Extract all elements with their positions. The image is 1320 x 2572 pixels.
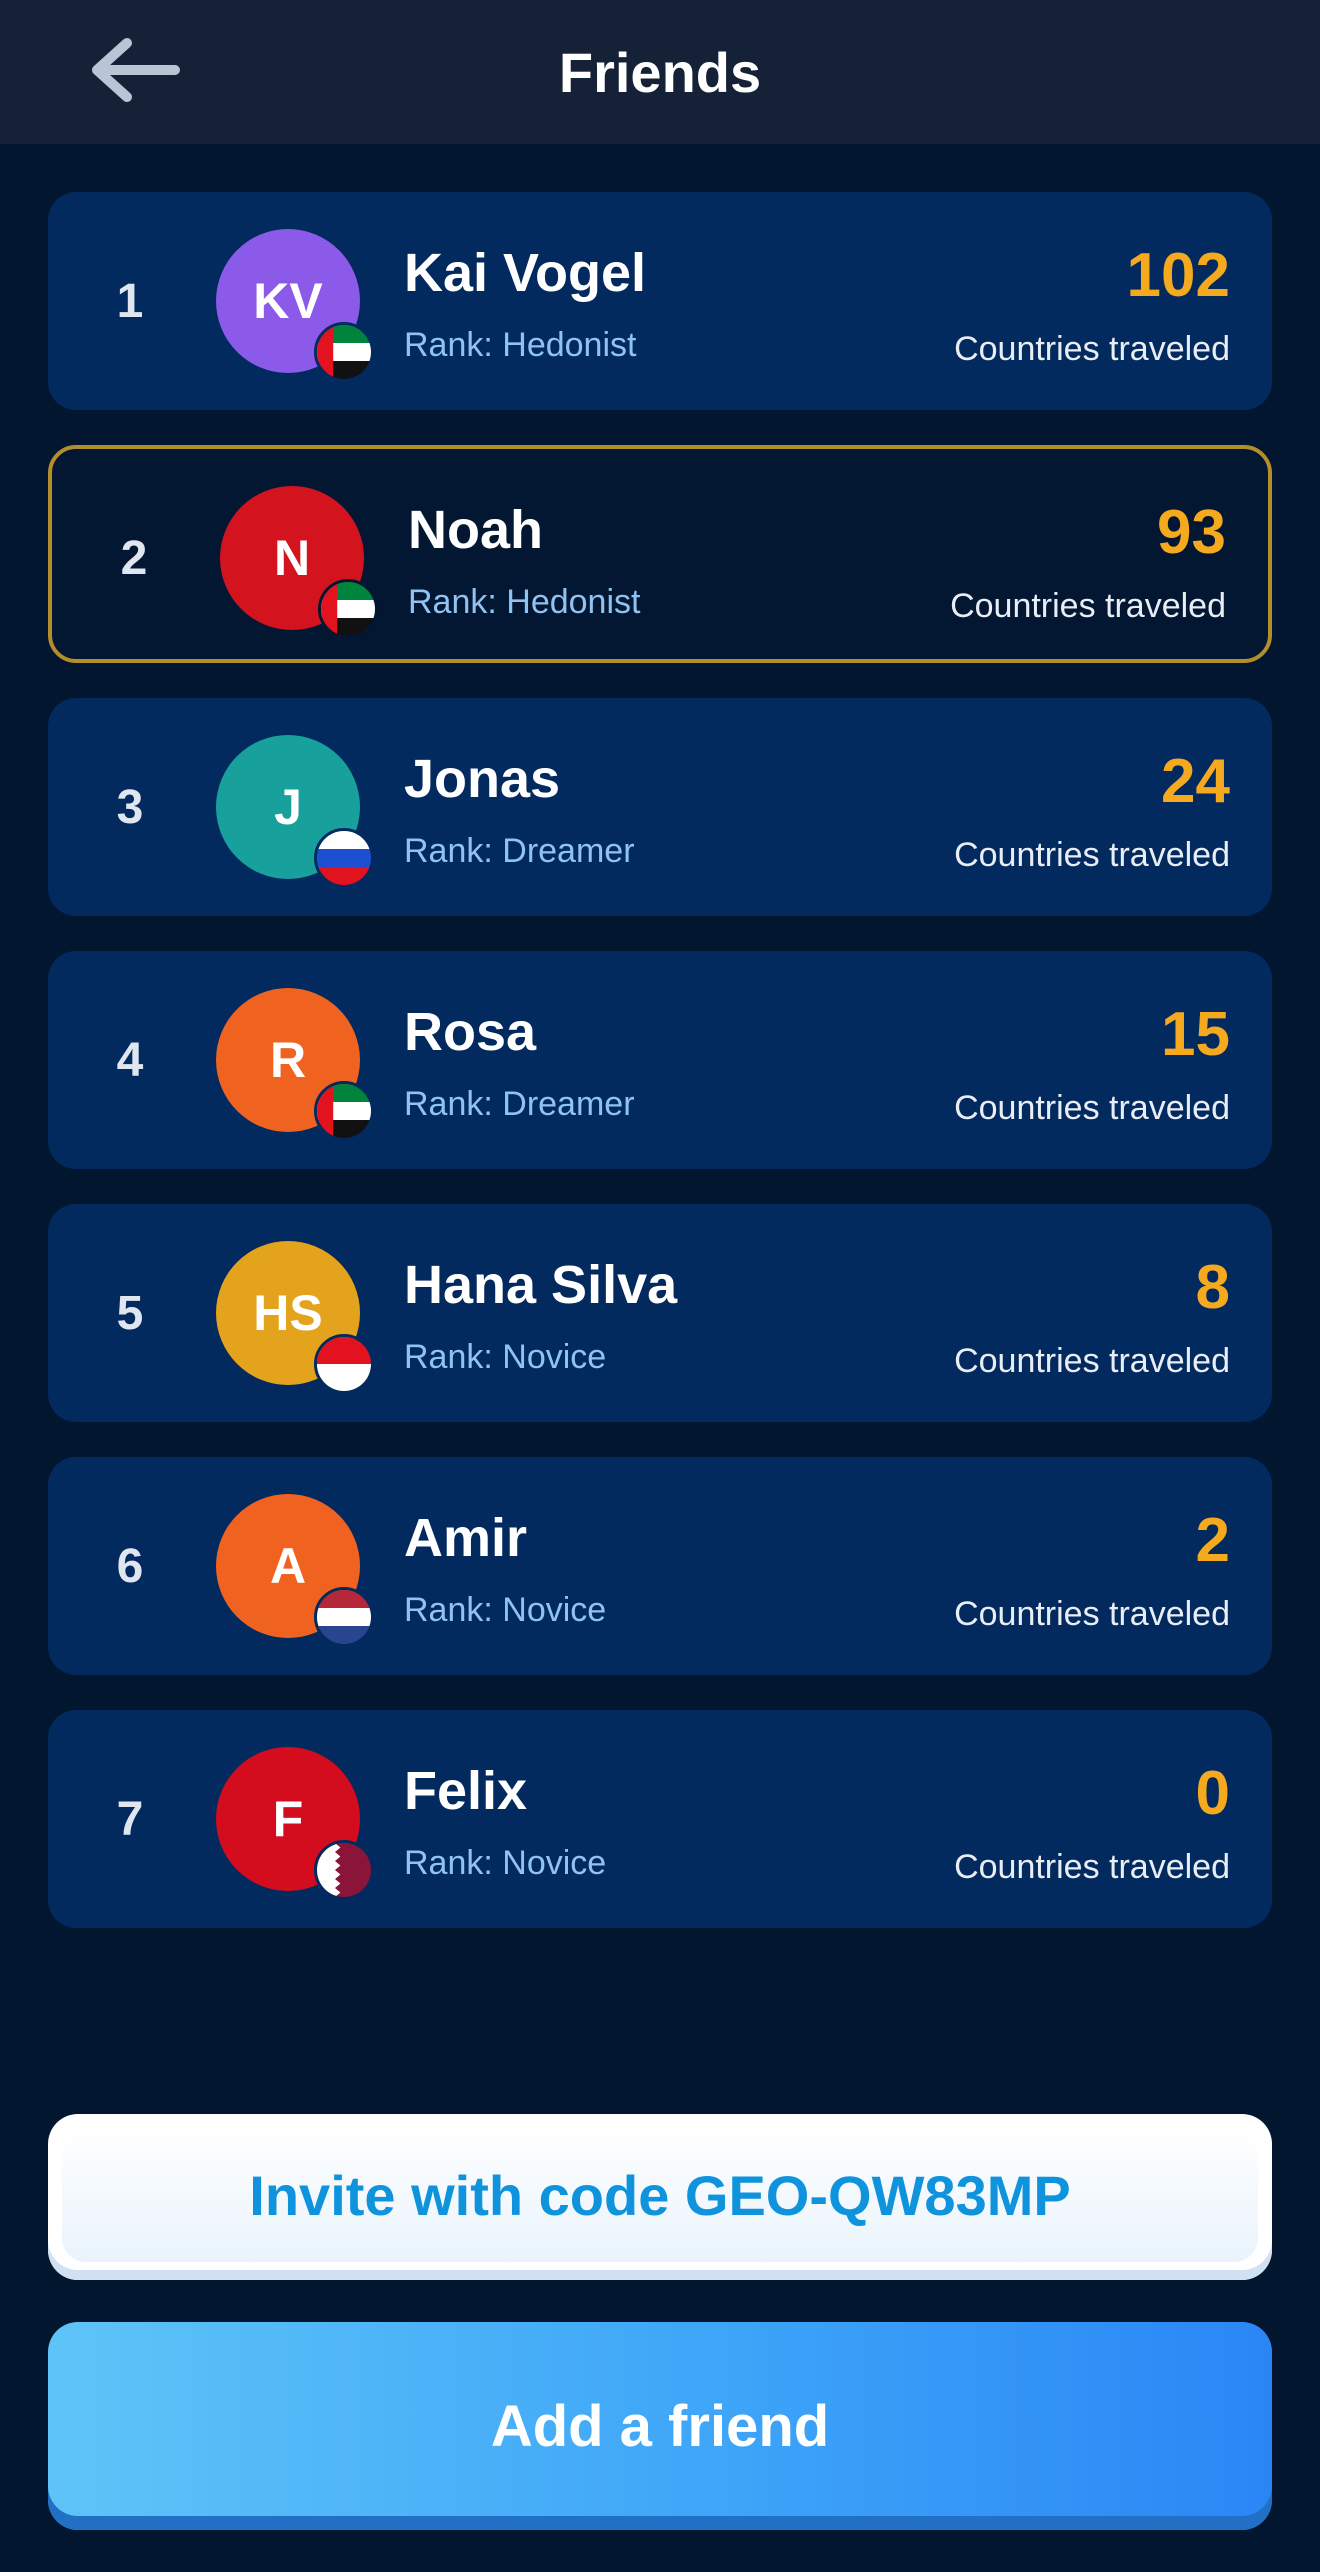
countries-count: 2	[1195, 1506, 1230, 1575]
friend-card[interactable]: 4 R Rosa Rank: Dreamer 15 Countries traveled	[48, 951, 1272, 1169]
qatar-flag-icon	[314, 1840, 374, 1900]
uae-flag-icon	[318, 579, 378, 639]
friend-name: Rosa	[404, 1002, 537, 1062]
add-friend-button[interactable]: Add a friend	[48, 2322, 1272, 2530]
app-header: Friends	[0, 0, 1320, 144]
countries-count: 0	[1195, 1759, 1230, 1828]
friend-name: Hana Silva	[404, 1255, 678, 1315]
arrow-left-icon	[87, 35, 183, 110]
friend-rank-label: Rank: Hedonist	[408, 583, 641, 621]
countries-count-label: Countries traveled	[954, 1595, 1230, 1633]
netherlands-flag-icon	[314, 1587, 374, 1647]
countries-count: 15	[1161, 1000, 1230, 1069]
friend-rank-number: 6	[116, 1539, 144, 1593]
friend-name: Jonas	[404, 749, 561, 809]
russia-flag-icon	[314, 828, 374, 888]
countries-count-label: Countries traveled	[954, 330, 1230, 368]
friend-rank-number: 4	[116, 1033, 144, 1087]
friend-rank-label: Rank: Dreamer	[404, 1085, 635, 1123]
page-title: Friends	[558, 40, 762, 104]
countries-count: 93	[1157, 498, 1226, 567]
countries-count-label: Countries traveled	[954, 836, 1230, 874]
friend-card[interactable]: 2 N Noah Rank: Hedonist 93 Countries traveled	[48, 445, 1272, 663]
friend-name: Noah	[408, 500, 543, 560]
friend-rank-number: 3	[116, 780, 144, 834]
friend-card[interactable]: 5 HS Hana Silva Rank: Novice 8 Countries trav…	[48, 1204, 1272, 1422]
countries-count-label: Countries traveled	[950, 587, 1226, 625]
friend-name: Felix	[404, 1761, 528, 1821]
invite-code-button[interactable]: Invite with code GEO-QW83MP	[48, 2114, 1272, 2280]
countries-count-label: Countries traveled	[954, 1089, 1230, 1127]
back-button[interactable]	[80, 30, 190, 114]
countries-count: 8	[1195, 1253, 1230, 1322]
friend-rank-label: Rank: Hedonist	[404, 326, 637, 364]
friend-rank-label: Rank: Novice	[404, 1844, 607, 1882]
friend-rank-number: 1	[116, 274, 144, 328]
countries-count: 24	[1161, 747, 1230, 816]
friend-name: Amir	[404, 1508, 528, 1568]
indonesia-flag-icon	[314, 1334, 374, 1394]
friend-rank-number: 7	[116, 1792, 144, 1846]
countries-count-label: Countries traveled	[954, 1342, 1230, 1380]
uae-flag-icon	[314, 1081, 374, 1141]
friend-rank-number: 2	[120, 531, 148, 585]
friend-rank-number: 5	[116, 1286, 144, 1340]
friend-card[interactable]: 7 F Felix Rank: Novice 0 Countries traveled	[48, 1710, 1272, 1928]
friends-list: 1 KV Kai Vogel Rank: Hedonist 102 Countries t…	[48, 192, 1272, 1963]
countries-count: 102	[1126, 241, 1230, 310]
friend-card[interactable]: 3 J Jonas Rank: Dreamer 24 Countries traveled	[48, 698, 1272, 916]
friend-card[interactable]: 1 KV Kai Vogel Rank: Hedonist 102 Countries t…	[48, 192, 1272, 410]
friend-rank-label: Rank: Novice	[404, 1338, 607, 1376]
uae-flag-icon	[314, 322, 374, 382]
friend-card[interactable]: 6 A Amir Rank: Novice 2 Countries traveled	[48, 1457, 1272, 1675]
friend-rank-label: Rank: Novice	[404, 1591, 607, 1629]
countries-count-label: Countries traveled	[954, 1848, 1230, 1886]
friend-name: Kai Vogel	[404, 243, 647, 303]
invite-code-label: Invite with code GEO-QW83MP	[62, 2128, 1258, 2262]
friend-rank-label: Rank: Dreamer	[404, 832, 635, 870]
